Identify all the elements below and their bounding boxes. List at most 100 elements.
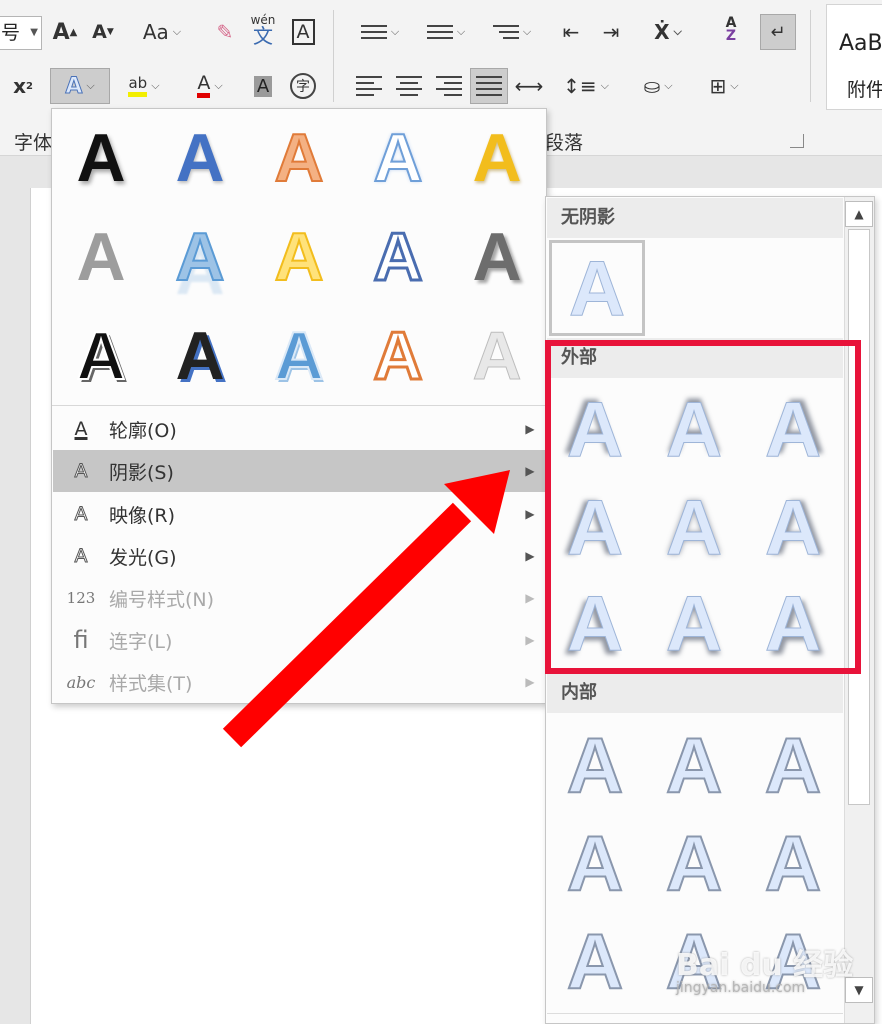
chinese-layout-button[interactable]: Ẋ ⌵ bbox=[640, 14, 696, 50]
effect-fill-blue[interactable]: A bbox=[151, 109, 249, 207]
glow-icon: A bbox=[74, 545, 88, 568]
effect-light-gray[interactable]: A bbox=[448, 307, 546, 405]
align-left-button[interactable] bbox=[352, 68, 386, 104]
align-right-button[interactable] bbox=[432, 68, 466, 104]
menu-item-ligatures[interactable]: fi 连字(L) ▶ bbox=[53, 619, 545, 661]
shading-button[interactable]: ⛀ ⌵ bbox=[628, 68, 688, 104]
grow-font-button[interactable]: A ▲ bbox=[50, 14, 80, 50]
text-effects-gallery: A A A A A A A A A A A A A A A bbox=[52, 109, 546, 405]
menu-item-shadow[interactable]: A 阴影(S) ▶ bbox=[53, 450, 545, 492]
effect-dark-blue-shadow[interactable]: A bbox=[151, 307, 249, 405]
menu-item-number-style[interactable]: 123 编号样式(N) ▶ bbox=[53, 577, 545, 619]
font-size-box[interactable]: 号 ▼ bbox=[0, 16, 42, 50]
menu-item-label: 轮廓(O) bbox=[109, 419, 177, 442]
effect-orange-outline[interactable]: A bbox=[349, 307, 447, 405]
paint-bucket-icon: ⛀ bbox=[643, 74, 661, 98]
decrease-indent-button[interactable]: ⇤ bbox=[554, 14, 588, 50]
increase-indent-button[interactable]: ⇥ bbox=[594, 14, 628, 50]
menu-item-label: 样式集(T) bbox=[109, 672, 193, 695]
number-style-icon: 123 bbox=[66, 589, 96, 607]
shadow-inner-right[interactable]: A bbox=[744, 815, 842, 911]
chevron-right-icon: ▶ bbox=[525, 507, 535, 521]
effect-gradient-gray[interactable]: A bbox=[52, 208, 150, 306]
menu-item-glow[interactable]: A 发光(G) ▶ bbox=[53, 535, 545, 577]
section-inner: 内部 bbox=[547, 673, 843, 713]
effect-dark-gray-shadow[interactable]: A bbox=[448, 208, 546, 306]
shadow-none-option[interactable]: A bbox=[549, 240, 645, 336]
effect-blue-outline-fill[interactable]: A bbox=[250, 307, 348, 405]
stylistic-set-icon: abc bbox=[66, 672, 96, 692]
chevron-right-icon: ▶ bbox=[525, 675, 535, 689]
align-center-button[interactable] bbox=[392, 68, 426, 104]
effect-fill-gold[interactable]: A bbox=[448, 109, 546, 207]
chinese-layout-icon: Ẋ bbox=[654, 20, 670, 44]
char-border-button[interactable]: A bbox=[288, 14, 318, 50]
line-spacing-button[interactable]: ↕≡ ⌵ bbox=[558, 68, 614, 104]
paragraph-mark-icon: ↵ bbox=[770, 21, 786, 43]
effect-fill-black-shadow[interactable]: A bbox=[52, 109, 150, 207]
text-effects-button[interactable]: A ⌵ bbox=[50, 68, 110, 104]
menu-item-label: 映像(R) bbox=[109, 504, 176, 527]
separator bbox=[333, 10, 334, 102]
chevron-right-icon: ▶ bbox=[525, 633, 535, 647]
paragraph-launcher-icon[interactable] bbox=[790, 134, 804, 148]
justify-button[interactable] bbox=[470, 68, 508, 104]
change-case-button[interactable]: Aa ⌵ bbox=[136, 14, 188, 50]
chevron-down-icon: ⌵ bbox=[172, 25, 182, 38]
font-color-button[interactable]: A ⌵ bbox=[180, 68, 240, 104]
phonetic-guide-button[interactable]: wén 文 bbox=[246, 12, 280, 48]
numbering-icon bbox=[426, 21, 453, 43]
separator bbox=[810, 10, 811, 102]
effect-blue-reflection[interactable]: A bbox=[151, 208, 249, 306]
justify-icon bbox=[476, 72, 502, 100]
menu-item-label: 连字(L) bbox=[109, 630, 173, 653]
shadow-inner-bottom-left[interactable]: A bbox=[546, 913, 644, 1009]
text-effects-menu: A A A A A A A A A A A A A A A A 轮廓(O) ▶ … bbox=[51, 108, 547, 704]
distributed-icon: ⟷ bbox=[514, 74, 544, 98]
scroll-up-icon[interactable]: ▲ bbox=[845, 201, 873, 227]
effect-fill-orange-outline[interactable]: A bbox=[250, 109, 348, 207]
reflection-icon: A bbox=[74, 503, 88, 526]
outline-icon: A bbox=[74, 418, 88, 440]
menu-item-outline[interactable]: A 轮廓(O) ▶ bbox=[53, 408, 545, 450]
menu-item-stylistic-sets[interactable]: abc 样式集(T) ▶ bbox=[53, 661, 545, 703]
shadow-inner-center[interactable]: A bbox=[645, 815, 743, 911]
styles-gallery[interactable]: AaB 附件 bbox=[826, 4, 882, 110]
bullets-button[interactable]: ⌵ bbox=[352, 14, 408, 50]
line-spacing-icon: ↕≡ bbox=[563, 74, 597, 98]
show-marks-button[interactable]: ↵ bbox=[760, 14, 796, 50]
effect-outline-blue[interactable]: A bbox=[349, 109, 447, 207]
sort-button[interactable]: A Z bbox=[714, 12, 748, 48]
shrink-font-button[interactable]: A ▼ bbox=[88, 14, 118, 50]
section-no-shadow: 无阴影 bbox=[547, 198, 843, 238]
bullets-icon bbox=[360, 21, 387, 43]
superscript-button[interactable]: x2 bbox=[6, 68, 40, 104]
numbering-button[interactable]: ⌵ bbox=[418, 14, 474, 50]
menu-divider bbox=[52, 405, 546, 406]
effect-gold-outline[interactable]: A bbox=[250, 208, 348, 306]
highlight-button[interactable]: ab ⌵ bbox=[114, 68, 174, 104]
font-size-value: 号 bbox=[1, 22, 21, 44]
borders-button[interactable]: ⊞ ⌵ bbox=[696, 68, 752, 104]
distributed-button[interactable]: ⟷ bbox=[512, 68, 546, 104]
shadow-inner-top-right[interactable]: A bbox=[744, 717, 842, 813]
clear-format-icon[interactable]: ✎ bbox=[210, 14, 240, 50]
chevron-right-icon: ▶ bbox=[525, 549, 535, 563]
menu-item-reflection[interactable]: A 映像(R) ▶ bbox=[53, 493, 545, 535]
shadow-inner-top[interactable]: A bbox=[645, 717, 743, 813]
chevron-right-icon: ▶ bbox=[525, 464, 535, 478]
decrease-indent-icon: ⇤ bbox=[562, 20, 580, 44]
effect-black-outline-shadow[interactable]: A bbox=[52, 307, 150, 405]
chevron-right-icon: ▶ bbox=[525, 422, 535, 436]
increase-indent-icon: ⇥ bbox=[602, 20, 620, 44]
shadow-inner-top-left[interactable]: A bbox=[546, 717, 644, 813]
align-center-icon bbox=[396, 72, 422, 100]
multilevel-list-icon bbox=[492, 21, 519, 43]
enclose-char-button[interactable]: 字 bbox=[286, 68, 320, 104]
align-left-icon bbox=[356, 72, 382, 100]
shadow-inner-left[interactable]: A bbox=[546, 815, 644, 911]
char-shading-button[interactable]: A bbox=[248, 68, 278, 104]
style-sample: AaB bbox=[839, 31, 882, 56]
effect-blue-outline[interactable]: A bbox=[349, 208, 447, 306]
multilevel-list-button[interactable]: ⌵ bbox=[484, 14, 540, 50]
